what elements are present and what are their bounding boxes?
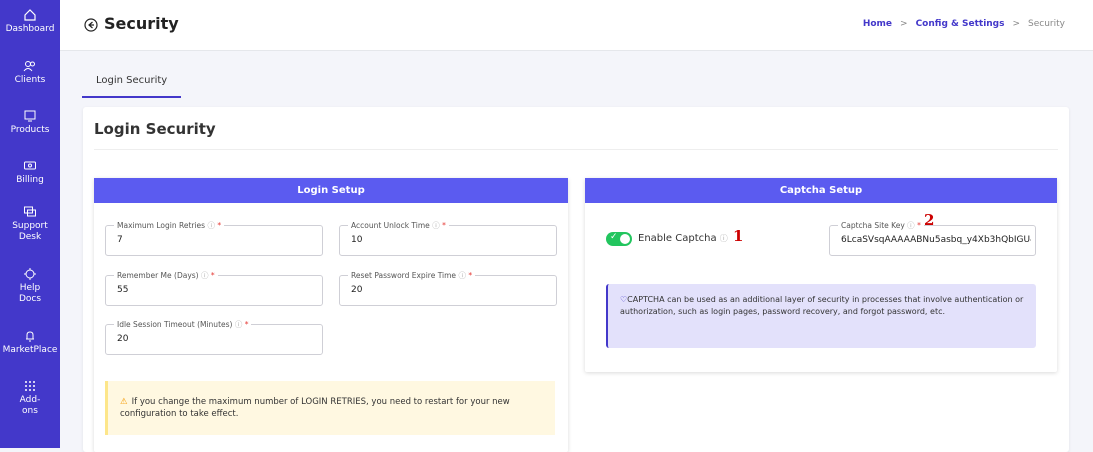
help-icon: ⓘ (907, 221, 915, 230)
sidebar-item-help-docs[interactable]: Help Docs (0, 267, 60, 305)
sidebar-item-label: MarketPlace (2, 345, 58, 355)
warning-icon: ⚠ (120, 397, 128, 407)
check-icon: ✓ (610, 232, 618, 242)
sidebar-item-label: Clients (14, 75, 46, 85)
login-setup-panel: Login Setup Maximum Login Retries ⓘ * 7 … (94, 178, 568, 452)
monitor-icon (23, 109, 37, 123)
help-icon: ⓘ (201, 271, 209, 280)
enable-captcha-label: Enable Captcha ⓘ (638, 233, 728, 244)
field-value: 55 (117, 285, 129, 295)
field-label: Maximum Login Retries ⓘ * (114, 220, 225, 231)
field-value: 20 (117, 334, 129, 344)
warning-alert: ⚠ If you change the maximum number of LOG… (105, 381, 555, 435)
sidebar-item-label: Support Desk (12, 221, 48, 242)
sidebar: Dashboard Clients Products Billing Suppo… (0, 0, 60, 448)
field-value: 10 (351, 235, 363, 245)
field-label: Remember Me (Days) ⓘ * (114, 270, 218, 281)
tab-login-security[interactable]: Login Security (82, 72, 182, 98)
sidebar-item-billing[interactable]: Billing (0, 159, 60, 186)
breadcrumb-separator: > (1012, 19, 1021, 29)
reset-password-expire-field[interactable]: Reset Password Expire Time ⓘ * 20 (339, 270, 557, 306)
users-icon (23, 59, 37, 73)
divider (94, 149, 1058, 150)
help-icon: ⓘ (719, 234, 728, 243)
sidebar-item-marketplace[interactable]: MarketPlace (0, 329, 60, 356)
account-unlock-time-field[interactable]: Account Unlock Time ⓘ * 10 (339, 220, 557, 256)
field-label: Reset Password Expire Time ⓘ * (348, 270, 476, 281)
max-login-retries-field[interactable]: Maximum Login Retries ⓘ * 7 (105, 220, 323, 256)
field-value: 7 (117, 235, 123, 245)
sidebar-item-label: Billing (16, 175, 44, 185)
idle-session-timeout-field[interactable]: Idle Session Timeout (Minutes) ⓘ * 20 (105, 319, 323, 355)
breadcrumb-config[interactable]: Config & Settings (916, 19, 1005, 29)
help-icon (23, 267, 37, 281)
annotation-1: 1 (733, 227, 744, 245)
field-label: Idle Session Timeout (Minutes) ⓘ * (114, 319, 252, 330)
help-icon: ⓘ (458, 271, 466, 280)
help-icon: ⓘ (234, 320, 243, 329)
field-label: Captcha Site Key ⓘ * (838, 220, 924, 231)
captcha-setup-panel: Captcha Setup ✓ Enable Captcha ⓘ 1 Captc… (585, 178, 1057, 372)
sidebar-item-label: Help Docs (18, 283, 42, 304)
panel-header: Captcha Setup (585, 178, 1057, 203)
annotation-2: 2 (924, 211, 935, 229)
breadcrumb-home[interactable]: Home (863, 19, 892, 29)
topbar: Security Home > Config & Settings > Secu… (60, 0, 1093, 51)
breadcrumb-separator: > (900, 19, 908, 29)
help-icon: ⓘ (207, 221, 215, 230)
grid-icon (23, 379, 37, 393)
captcha-info-box: ♡CAPTCHA can be used as an additional la… (606, 284, 1036, 348)
tab-bar: Login Security (82, 72, 182, 98)
sidebar-item-label: Products (10, 125, 50, 135)
sidebar-item-add-ons[interactable]: Add-ons (0, 379, 60, 417)
breadcrumb-current: Security (1028, 19, 1065, 29)
sidebar-item-label: Add-ons (19, 395, 41, 416)
breadcrumb: Home > Config & Settings > Security (863, 19, 1065, 29)
field-value: 20 (351, 285, 363, 295)
panel-header: Login Setup (94, 178, 568, 203)
page-title: Security (84, 14, 179, 33)
sidebar-item-support-desk[interactable]: Support Desk (0, 205, 60, 243)
field-value: 6LcaSVsqAAAAABNu5asbq_y4Xb3hQbIGU4 (841, 235, 1031, 245)
chat-icon (23, 205, 37, 219)
field-label: Account Unlock Time ⓘ * (348, 220, 449, 231)
warning-text: If you change the maximum number of LOGI… (120, 397, 510, 419)
login-security-card: Login Security Login Setup Maximum Login… (83, 107, 1069, 452)
sidebar-item-products[interactable]: Products (0, 109, 60, 136)
enable-captcha-toggle[interactable]: ✓ (606, 232, 632, 246)
help-icon: ⓘ (432, 221, 440, 230)
sidebar-item-label: Dashboard (5, 24, 55, 34)
card-title: Login Security (94, 120, 216, 138)
bell-icon (23, 329, 37, 343)
captcha-site-key-field[interactable]: Captcha Site Key ⓘ * 6LcaSVsqAAAAABNu5as… (829, 220, 1036, 256)
home-icon (23, 8, 37, 22)
sidebar-item-clients[interactable]: Clients (0, 59, 60, 86)
remember-me-days-field[interactable]: Remember Me (Days) ⓘ * 55 (105, 270, 323, 306)
toggle-knob (620, 234, 630, 244)
page-title-text: Security (104, 14, 179, 33)
info-text: CAPTCHA can be used as an additional lay… (620, 295, 1024, 316)
sidebar-item-dashboard[interactable]: Dashboard (0, 8, 60, 35)
billing-icon (23, 159, 37, 173)
back-arrow-icon[interactable] (84, 17, 98, 32)
